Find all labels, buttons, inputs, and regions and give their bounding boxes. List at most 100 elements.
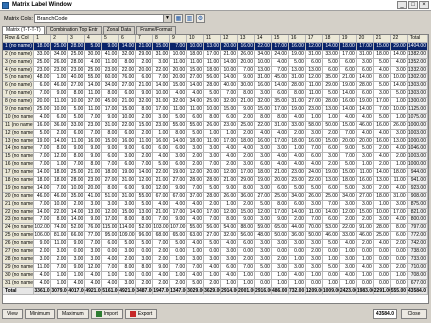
table-cell[interactable]: 26.00 xyxy=(238,50,255,59)
table-cell[interactable]: 6.00 xyxy=(322,216,340,225)
table-cell[interactable]: 28.00 xyxy=(187,177,205,185)
row-total-cell[interactable]: 1303.00 xyxy=(407,90,428,99)
table-cell[interactable]: 3.00 xyxy=(153,113,171,122)
table-cell[interactable]: 6.00 xyxy=(68,129,86,138)
table-cell[interactable]: 8.00 xyxy=(373,74,391,83)
row-total-cell[interactable]: 1303.00 xyxy=(407,82,428,91)
row-header[interactable]: 21 (no name) xyxy=(3,200,35,209)
table-cell[interactable]: 6.00 xyxy=(119,184,137,193)
table-cell[interactable]: 33.00 xyxy=(68,121,86,130)
table-cell[interactable]: 3.00 xyxy=(255,240,272,249)
table-cell[interactable]: 4.00 xyxy=(339,113,357,122)
row-total-cell[interactable]: 1332.00 xyxy=(407,66,428,75)
table-row[interactable]: 21 (no name) 7.00 10.00 2.00 3.00 3.00 3.00 5.0… xyxy=(3,200,428,209)
row-total-cell[interactable]: 821.00 xyxy=(407,208,428,217)
table-cell[interactable]: 9.00 xyxy=(102,113,120,122)
table-cell[interactable]: 4.00 xyxy=(102,255,120,264)
column-total-cell[interactable]: 1947.00 xyxy=(153,287,171,296)
table-cell[interactable]: 4.00 xyxy=(34,279,52,288)
table-cell[interactable]: 17.00 xyxy=(153,106,171,114)
table-cell[interactable]: 28.00 xyxy=(204,82,222,91)
table-cell[interactable]: 5.00 xyxy=(136,240,154,249)
table-cell[interactable]: 33.00 xyxy=(288,121,306,130)
table-cell[interactable]: 23.00 xyxy=(288,169,306,178)
row-total-cell[interactable]: 941.00 xyxy=(407,177,428,185)
table-cell[interactable]: 20.00 xyxy=(356,137,374,146)
table-cell[interactable]: 5.00 xyxy=(204,90,222,99)
table-cell[interactable]: 3.00 xyxy=(390,66,408,75)
table-cell[interactable]: 5.00 xyxy=(136,200,154,209)
row-header[interactable]: 15 (no name) xyxy=(3,153,35,162)
table-cell[interactable]: 3.00 xyxy=(119,279,137,288)
table-cell[interactable]: 11.00 xyxy=(136,137,154,146)
table-cell[interactable]: 44.00 xyxy=(288,224,306,233)
table-cell[interactable]: 3.00 xyxy=(390,129,408,138)
table-cell[interactable]: 6.00 xyxy=(153,145,171,154)
table-cell[interactable]: 6.00 xyxy=(221,263,239,272)
table-cell[interactable]: 18.00 xyxy=(339,42,357,51)
import-button[interactable]: Import xyxy=(90,309,123,319)
table-cell[interactable]: 1.00 xyxy=(305,113,323,122)
table-cell[interactable]: 17.00 xyxy=(271,42,289,51)
table-cell[interactable]: 4.00 xyxy=(390,216,408,225)
table-cell[interactable]: 19.00 xyxy=(356,98,374,107)
table-cell[interactable]: 10.00 xyxy=(68,98,86,107)
row-header[interactable]: 23 (no name) xyxy=(3,216,35,225)
row-header[interactable]: 8 (no name) xyxy=(3,98,35,107)
table-cell[interactable]: 70.00 xyxy=(305,224,323,233)
table-cell[interactable]: 11.00 xyxy=(390,177,408,185)
table-cell[interactable]: 4.00 xyxy=(153,200,171,209)
table-cell[interactable]: 7.00 xyxy=(34,161,52,170)
table-cell[interactable]: 18.00 xyxy=(187,50,205,59)
table-cell[interactable]: 0.00 xyxy=(373,271,391,280)
table-cell[interactable]: 4.00 xyxy=(339,271,357,280)
table-cell[interactable]: 13.00 xyxy=(305,66,323,75)
table-cell[interactable]: 26.00 xyxy=(51,58,69,67)
table-row[interactable]: 18 (no name) 18.00 18.00 28.00 23.00 27.00 31.… xyxy=(3,177,428,185)
table-cell[interactable]: 5.00 xyxy=(339,184,357,193)
table-cell[interactable]: 9.00 xyxy=(85,153,103,162)
table-cell[interactable]: 37.00 xyxy=(187,192,205,201)
table-cell[interactable]: 9.00 xyxy=(170,216,188,225)
table-cell[interactable]: 15.00 xyxy=(238,208,255,217)
table-cell[interactable]: 6.00 xyxy=(102,240,120,249)
table-cell[interactable]: 7.00 xyxy=(187,263,205,272)
table-cell[interactable]: 14.00 xyxy=(373,169,391,178)
table-cell[interactable]: 36.00 xyxy=(238,192,255,201)
table-cell[interactable]: 1.00 xyxy=(51,74,69,83)
table-cell[interactable]: 23.00 xyxy=(221,121,239,130)
table-cell[interactable]: 31.00 xyxy=(119,177,137,185)
tab-combination[interactable]: Combination Top Entr xyxy=(45,26,102,34)
table-cell[interactable]: 5.00 xyxy=(204,184,222,193)
table-cell[interactable]: 7.00 xyxy=(238,263,255,272)
table-cell[interactable]: 1.00 xyxy=(339,279,357,288)
table-cell[interactable]: 10.00 xyxy=(170,50,188,59)
table-cell[interactable]: 18.00 xyxy=(34,42,52,51)
table-cell[interactable]: 9.00 xyxy=(238,74,255,83)
table-row[interactable]: 8 (no name) 20.00 11.00 10.00 37.00 45.00 21.0… xyxy=(3,98,428,107)
table-cell[interactable]: 5.00 xyxy=(288,58,306,67)
table-cell[interactable]: 12.00 xyxy=(153,184,171,193)
table-cell[interactable]: 76.00 xyxy=(85,224,103,233)
table-row[interactable]: 16 (no name) 7.00 1.00 7.00 8.00 7.00 6.00 7.00… xyxy=(3,161,428,170)
table-cell[interactable]: 6.00 xyxy=(34,82,52,91)
row-header[interactable]: 5 (no name) xyxy=(3,74,35,83)
table-cell[interactable]: 35.00 xyxy=(322,74,340,83)
table-cell[interactable]: 34.00 xyxy=(255,50,272,59)
table-cell[interactable]: 1.00 xyxy=(288,279,306,288)
table-cell[interactable]: 7.00 xyxy=(322,200,340,209)
table-cell[interactable]: 4.00 xyxy=(221,271,239,280)
table-cell[interactable]: 13.00 xyxy=(288,66,306,75)
table-cell[interactable]: 20.00 xyxy=(204,169,222,178)
table-cell[interactable]: 3.00 xyxy=(305,200,323,209)
table-cell[interactable]: 20.00 xyxy=(170,66,188,75)
table-cell[interactable]: 26.00 xyxy=(221,192,239,201)
table-cell[interactable]: 11.00 xyxy=(102,58,120,67)
table-cell[interactable]: 2.00 xyxy=(373,184,391,193)
table-cell[interactable]: 20.00 xyxy=(85,184,103,193)
row-total-cell[interactable]: 1000.00 xyxy=(407,121,428,130)
table-cell[interactable]: 3.00 xyxy=(255,90,272,99)
totals-label[interactable]: Total xyxy=(3,287,35,296)
table-cell[interactable]: 6.00 xyxy=(356,66,374,75)
column-header[interactable]: Row & Col xyxy=(3,35,35,43)
